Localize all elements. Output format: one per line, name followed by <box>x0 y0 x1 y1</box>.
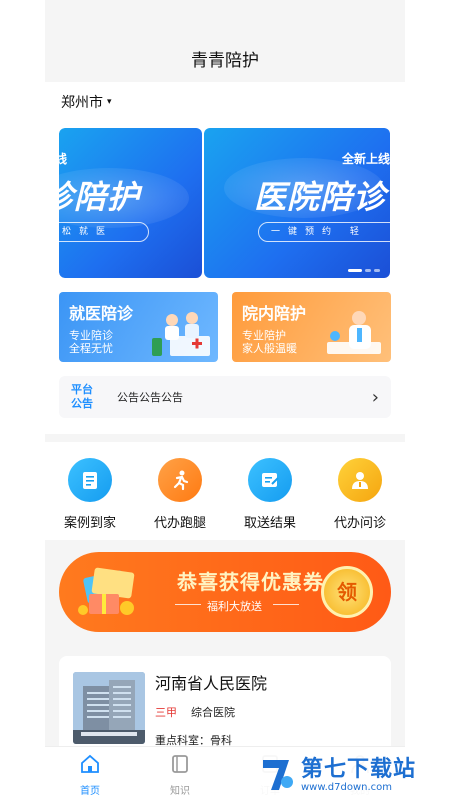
doctor-illustration-icon <box>327 311 381 354</box>
claim-coupon-button[interactable]: 领 <box>321 566 373 618</box>
quick-action-label: 代办跑腿 <box>153 516 206 531</box>
service-card-inpatient[interactable]: 院内陪护 专业陪护 家人般温暖 <box>232 292 391 362</box>
caret-down-icon: ▾ <box>107 97 112 107</box>
banner-slide[interactable]: 线 诊陪护 松就医 <box>59 128 202 278</box>
quick-action-label: 代办问诊 <box>333 516 386 531</box>
doctor-icon <box>338 458 382 502</box>
tab-label: 首页 <box>80 786 100 797</box>
quick-actions: 案例到家 代办跑腿 取送结果 代办问诊 <box>45 442 405 540</box>
divider <box>273 604 299 605</box>
coupon-gift-icon <box>78 567 135 615</box>
coupon-banner[interactable]: 恭喜获得优惠券 福利大放送 领 <box>59 552 391 632</box>
carousel-dot <box>365 269 371 272</box>
city-label: 郑州市 <box>61 95 103 111</box>
app-screen: 青青陪护 郑州市 ▾ 线 诊陪护 松就医 全新上线 医院陪诊 一键预约 轻 <box>45 0 405 800</box>
service-card-escort[interactable]: 就医陪诊 专业陪诊 全程无忧 <box>59 292 218 362</box>
quick-action-label: 取送结果 <box>243 516 296 531</box>
hospital-type: 综合医院 <box>191 706 235 719</box>
announcement-tag-line: 公告 <box>71 397 93 410</box>
promo-subtitle: 福利大放送 <box>207 600 262 613</box>
nurses-illustration-icon <box>152 312 210 356</box>
quick-action-consult[interactable]: 代办问诊 <box>320 458 400 540</box>
watermark-text: 第七下载站 www.d7down.com <box>301 756 417 793</box>
watermark-url: www.d7down.com <box>301 781 393 793</box>
announcement-text: 公告公告公告 <box>117 391 183 404</box>
announcement-bar[interactable]: 平台 公告 公告公告公告 › <box>59 376 391 418</box>
banner-carousel[interactable]: 线 诊陪护 松就医 全新上线 医院陪诊 一键预约 轻 <box>59 128 391 278</box>
banner-headline: 诊陪护 <box>59 178 141 216</box>
tab-label: 知识 <box>170 786 190 797</box>
promo-section: 恭喜获得优惠券 福利大放送 领 <box>45 548 405 636</box>
tab-home[interactable]: 首页 <box>45 747 135 800</box>
promo-title: 恭喜获得优惠券 <box>177 570 324 594</box>
carousel-dot <box>348 269 362 272</box>
announcement-tag-line: 平台 <box>71 383 93 396</box>
service-cards: 就医陪诊 专业陪诊 全程无忧 院内陪护 专业陪护 家人般温暖 <box>59 292 391 362</box>
quick-action-errand[interactable]: 代办跑腿 <box>140 458 220 540</box>
clipboard-icon <box>68 458 112 502</box>
home-icon <box>81 754 99 773</box>
banner-pill: 松就医 <box>59 222 149 242</box>
banner-headline: 医院陪诊 <box>254 178 387 216</box>
hospital-level-badge: 三甲 <box>155 706 177 719</box>
chevron-right-icon: › <box>371 386 379 408</box>
book-icon <box>172 755 188 773</box>
tab-knowledge[interactable]: 知识 <box>135 747 225 800</box>
city-selector[interactable]: 郑州市 ▾ <box>45 82 405 122</box>
quick-action-case-home[interactable]: 案例到家 <box>50 458 130 540</box>
carousel-indicator <box>348 269 380 272</box>
divider <box>175 604 201 605</box>
site-watermark: 第七下载站 www.d7down.com <box>255 750 450 800</box>
hospital-photo <box>73 672 145 744</box>
banner-slide[interactable]: 全新上线 医院陪诊 一键预约 轻 <box>204 128 390 278</box>
top-section: 线 诊陪护 松就医 全新上线 医院陪诊 一键预约 轻 就医陪诊 专业 <box>45 122 405 434</box>
running-person-icon <box>158 458 202 502</box>
quick-action-label: 案例到家 <box>63 516 116 531</box>
banner-pill: 一键预约 轻 <box>258 222 390 242</box>
page-title: 青青陪护 <box>45 0 405 82</box>
hospital-name: 河南省人民医院 <box>155 674 268 693</box>
document-edit-icon <box>248 458 292 502</box>
quick-action-results[interactable]: 取送结果 <box>230 458 310 540</box>
banner-tag: 全新上线 <box>342 152 390 166</box>
banner-tag: 线 <box>59 152 68 166</box>
announcement-tag: 平台 公告 <box>71 383 95 411</box>
d7-logo-icon <box>263 760 293 790</box>
watermark-name: 第七下载站 <box>301 756 417 782</box>
carousel-dot <box>374 269 380 272</box>
